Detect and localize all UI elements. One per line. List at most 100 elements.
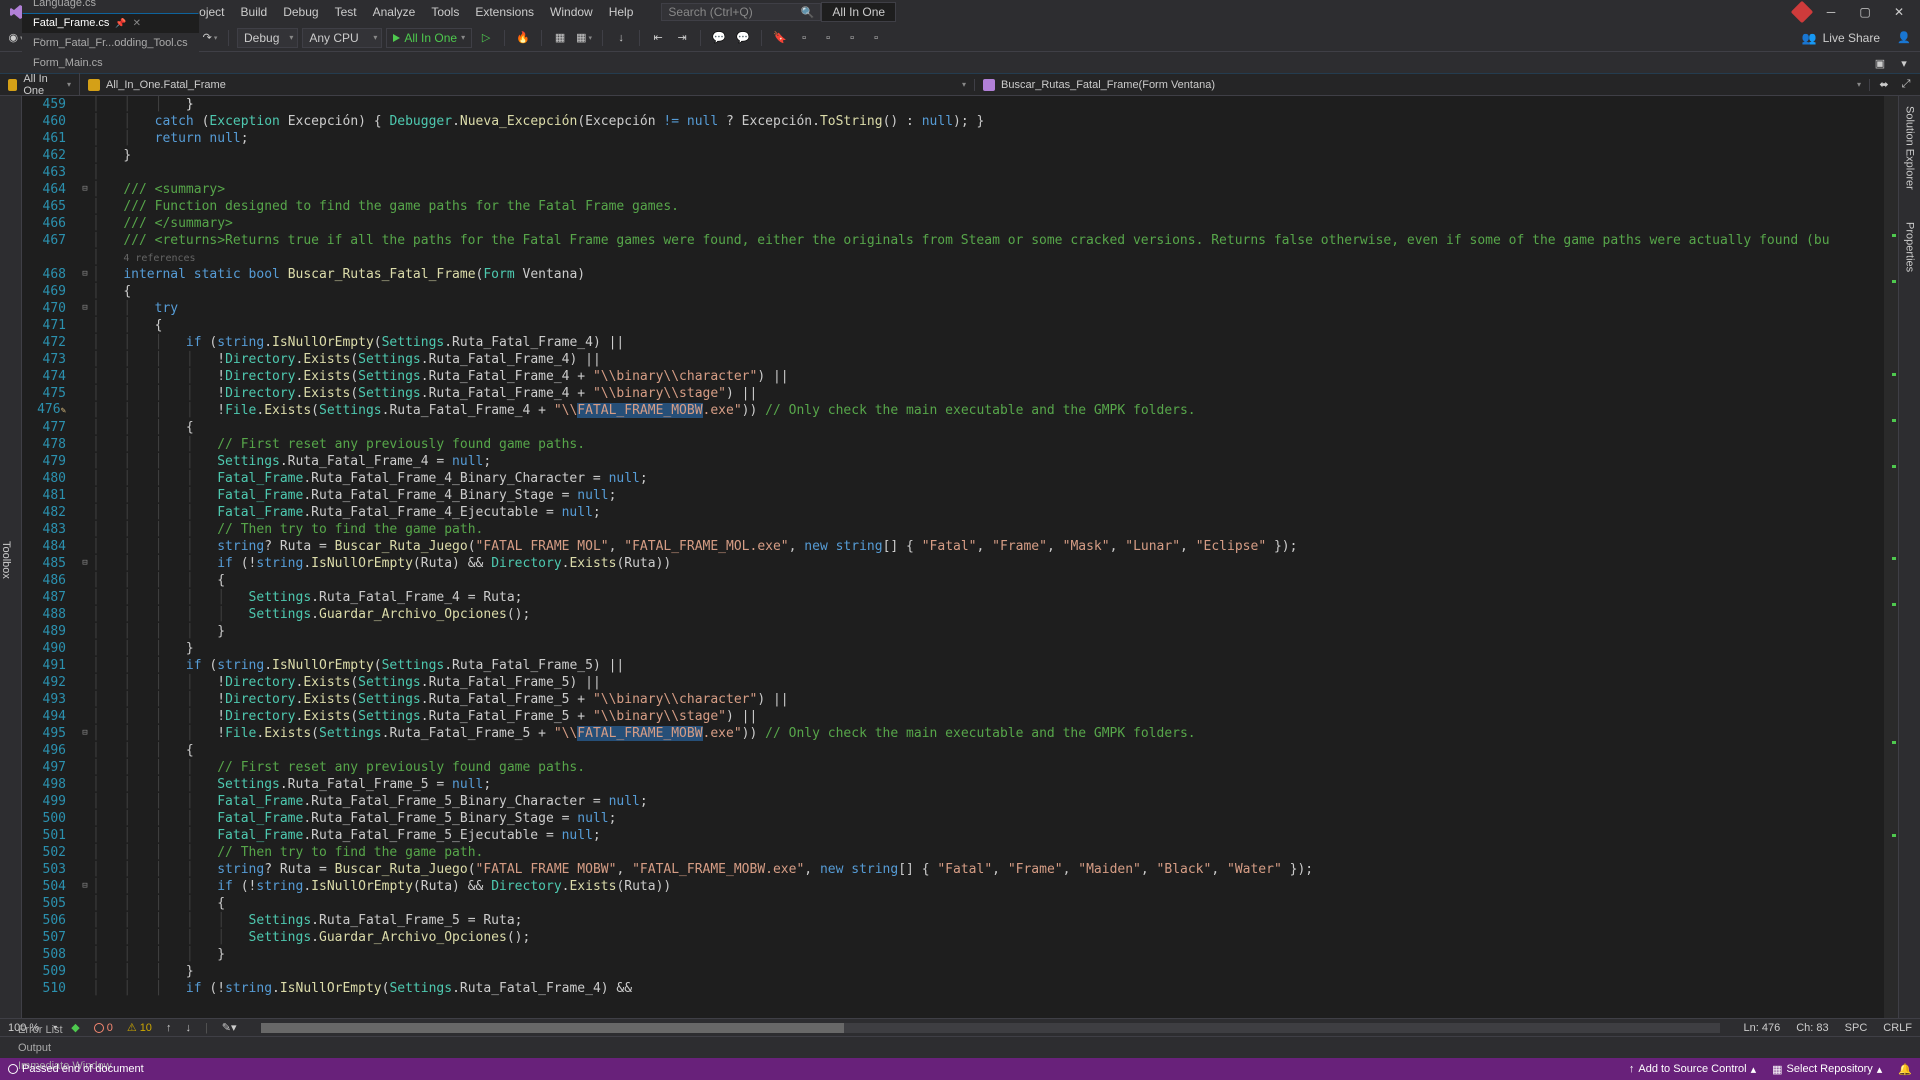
code-line[interactable]: 488│ │ │ │ │ Settings.Guardar_Archivo_Op… <box>22 606 1898 623</box>
code-line[interactable]: 459│ │ │ } <box>22 96 1898 113</box>
code-line[interactable]: 505│ │ │ │ { <box>22 895 1898 912</box>
code-line[interactable]: 497│ │ │ │ // First reset any previously… <box>22 759 1898 776</box>
menu-help[interactable]: Help <box>601 1 642 23</box>
panel-tab-error-list[interactable]: Error List <box>8 1021 122 1039</box>
nav-member[interactable]: Buscar_Rutas_Fatal_Frame(Form Ventana) <box>975 79 1870 91</box>
code-line[interactable]: 486│ │ │ │ { <box>22 572 1898 589</box>
panel-tab-output[interactable]: Output <box>8 1039 122 1057</box>
browse2-button[interactable]: ▦ <box>574 28 594 48</box>
toolbox-rail[interactable]: Toolbox <box>0 96 22 1018</box>
eol-mode[interactable]: CRLF <box>1883 1022 1912 1034</box>
nav-up-icon[interactable]: ↑ <box>166 1022 172 1034</box>
code-line[interactable]: 467│ /// <returns>Returns true if all th… <box>22 232 1898 249</box>
code-line[interactable]: 480│ │ │ │ Fatal_Frame.Ruta_Fatal_Frame_… <box>22 470 1898 487</box>
code-line[interactable]: 498│ │ │ │ Settings.Ruta_Fatal_Frame_5 =… <box>22 776 1898 793</box>
code-line[interactable]: 470⊟│ │ try <box>22 300 1898 317</box>
code-line[interactable]: 499│ │ │ │ Fatal_Frame.Ruta_Fatal_Frame_… <box>22 793 1898 810</box>
code-line[interactable]: 460│ │ catch (Exception Excepción) { Deb… <box>22 113 1898 130</box>
redo-button[interactable]: ↷ <box>200 28 220 48</box>
code-line[interactable]: 477│ │ │ { <box>22 419 1898 436</box>
indent-mode[interactable]: SPC <box>1845 1022 1868 1034</box>
maximize-button[interactable]: ▢ <box>1852 3 1878 21</box>
bk3-button[interactable]: ▫ <box>818 28 838 48</box>
menu-analyze[interactable]: Analyze <box>365 1 424 23</box>
tab-form_main-cs[interactable]: Form_Main.cs <box>22 53 199 73</box>
bk2-button[interactable]: ▫ <box>794 28 814 48</box>
code-line[interactable]: 508│ │ │ │ } <box>22 946 1898 963</box>
code-line[interactable]: 471│ │ { <box>22 317 1898 334</box>
nav-project[interactable]: All In One <box>0 73 80 97</box>
vertical-scrollbar[interactable] <box>1884 96 1898 1018</box>
code-line[interactable]: 484│ │ │ │ string? Ruta = Buscar_Ruta_Ju… <box>22 538 1898 555</box>
code-line[interactable]: 469│ { <box>22 283 1898 300</box>
menu-debug[interactable]: Debug <box>275 1 326 23</box>
code-line[interactable]: 482│ │ │ │ Fatal_Frame.Ruta_Fatal_Frame_… <box>22 504 1898 521</box>
step-button[interactable]: ↓ <box>611 28 631 48</box>
bell-icon[interactable]: 🔔 <box>1898 1063 1912 1076</box>
uncomment-button[interactable]: 💬 <box>733 28 753 48</box>
code-line[interactable]: 501│ │ │ │ Fatal_Frame.Ruta_Fatal_Frame_… <box>22 827 1898 844</box>
warning-count[interactable]: ⚠10 <box>127 1021 152 1034</box>
menu-build[interactable]: Build <box>233 1 276 23</box>
code-line[interactable]: 487│ │ │ │ │ Settings.Ruta_Fatal_Frame_4… <box>22 589 1898 606</box>
notification-icon[interactable] <box>1791 1 1814 24</box>
code-line[interactable]: │ 4 references <box>22 249 1898 266</box>
code-line[interactable]: 474│ │ │ │ !Directory.Exists(Settings.Ru… <box>22 368 1898 385</box>
liveshare-button[interactable]: 👥 Live Share <box>1802 31 1890 45</box>
code-line[interactable]: 465│ /// Function designed to find the g… <box>22 198 1898 215</box>
forward-nav-button[interactable]: → <box>30 28 50 48</box>
indent-button[interactable]: ⇥ <box>672 28 692 48</box>
comment-button[interactable]: 💬 <box>709 28 729 48</box>
tab-language-cs[interactable]: Language.cs <box>22 0 199 13</box>
close-tab-icon[interactable]: ✕ <box>133 18 141 29</box>
bk5-button[interactable]: ▫ <box>866 28 886 48</box>
code-line[interactable]: 510│ │ │ if (!string.IsNullOrEmpty(Setti… <box>22 980 1898 997</box>
select-repository[interactable]: ▦ Select Repository ▴ <box>1772 1063 1882 1076</box>
code-line[interactable]: 472│ │ │ if (string.IsNullOrEmpty(Settin… <box>22 334 1898 351</box>
solution-explorer-rail[interactable]: Solution Explorer <box>1902 100 1918 196</box>
code-line[interactable]: 479│ │ │ │ Settings.Ruta_Fatal_Frame_4 =… <box>22 453 1898 470</box>
code-line[interactable]: 490│ │ │ } <box>22 640 1898 657</box>
code-line[interactable]: 506│ │ │ │ │ Settings.Ruta_Fatal_Frame_5… <box>22 912 1898 929</box>
account-icon[interactable]: 👤 <box>1894 28 1914 48</box>
code-line[interactable]: 476✎│ │ │ │ !File.Exists(Settings.Ruta_F… <box>22 402 1898 419</box>
code-line[interactable]: 503│ │ │ │ string? Ruta = Buscar_Ruta_Ju… <box>22 861 1898 878</box>
code-line[interactable]: 507│ │ │ │ │ Settings.Guardar_Archivo_Op… <box>22 929 1898 946</box>
code-line[interactable]: 491│ │ │ if (string.IsNullOrEmpty(Settin… <box>22 657 1898 674</box>
nav-type[interactable]: All_In_One.Fatal_Frame <box>80 79 975 91</box>
menu-test[interactable]: Test <box>327 1 365 23</box>
code-line[interactable]: 462│ } <box>22 147 1898 164</box>
code-line[interactable]: 502│ │ │ │ // Then try to find the game … <box>22 844 1898 861</box>
tab-preview-button[interactable]: ▣ <box>1870 53 1890 73</box>
code-editor[interactable]: 459│ │ │ }460│ │ catch (Exception Excepc… <box>22 96 1898 1018</box>
add-source-control[interactable]: ↑ Add to Source Control ▴ <box>1629 1063 1756 1076</box>
code-line[interactable]: 493│ │ │ │ !Directory.Exists(Settings.Ru… <box>22 691 1898 708</box>
code-line[interactable]: 473│ │ │ │ !Directory.Exists(Settings.Ru… <box>22 351 1898 368</box>
code-line[interactable]: 509│ │ │ } <box>22 963 1898 980</box>
properties-rail[interactable]: Properties <box>1902 216 1918 278</box>
browse-button[interactable]: ▦ <box>550 28 570 48</box>
code-line[interactable]: 464⊟│ /// <summary> <box>22 181 1898 198</box>
tab-overflow-button[interactable]: ▾ <box>1894 53 1914 73</box>
hot-reload-button[interactable]: 🔥 <box>513 28 533 48</box>
code-line[interactable]: 478│ │ │ │ // First reset any previously… <box>22 436 1898 453</box>
horizontal-scrollbar[interactable] <box>261 1023 1720 1033</box>
start-nodebug-button[interactable]: ▷ <box>476 28 496 48</box>
bk4-button[interactable]: ▫ <box>842 28 862 48</box>
menu-tools[interactable]: Tools <box>423 1 467 23</box>
code-line[interactable]: 475│ │ │ │ !Directory.Exists(Settings.Ru… <box>22 385 1898 402</box>
pin-icon[interactable]: 📌 <box>115 18 126 29</box>
code-line[interactable]: 500│ │ │ │ Fatal_Frame.Ruta_Fatal_Frame_… <box>22 810 1898 827</box>
code-line[interactable]: 468⊟│ internal static bool Buscar_Rutas_… <box>22 266 1898 283</box>
code-line[interactable]: 485⊟│ │ │ │ if (!string.IsNullOrEmpty(Ru… <box>22 555 1898 572</box>
code-line[interactable]: 494│ │ │ │ !Directory.Exists(Settings.Ru… <box>22 708 1898 725</box>
menu-extensions[interactable]: Extensions <box>467 1 542 23</box>
bookmark-button[interactable]: 🔖 <box>770 28 790 48</box>
minimize-button[interactable]: ─ <box>1818 3 1844 21</box>
code-line[interactable]: 504⊟│ │ │ │ if (!string.IsNullOrEmpty(Ru… <box>22 878 1898 895</box>
search-box[interactable]: Search (Ctrl+Q) 🔍 <box>661 3 821 21</box>
split-button[interactable]: ⬌ <box>1874 75 1894 95</box>
config-select[interactable]: Debug <box>237 28 298 48</box>
start-debug-button[interactable]: All In One ▾ <box>386 28 472 48</box>
code-line[interactable]: 483│ │ │ │ // Then try to find the game … <box>22 521 1898 538</box>
